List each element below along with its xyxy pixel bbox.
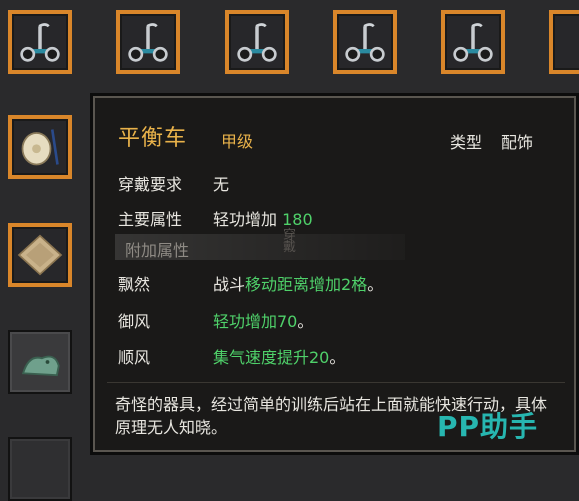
inventory-slot-gong[interactable]: [8, 115, 72, 179]
inventory-slot-balance-car-3[interactable]: [225, 10, 289, 74]
watermark-logo: PP助手: [437, 410, 539, 443]
inventory-slot-balance-car-1[interactable]: [8, 10, 72, 74]
requirement-label: 穿戴要求: [118, 175, 183, 194]
affix-name: 飘然: [118, 275, 151, 294]
extra-attributes-header: 附加属性: [115, 234, 405, 260]
inventory-slot-partial[interactable]: [549, 10, 579, 74]
item-tooltip: 平衡车 甲级 类型 配饰 穿戴要求 无 主要属性 轻功增加 180 附加属性 穿…: [90, 93, 579, 455]
item-type-label: 类型: [450, 133, 483, 152]
inventory-slot-balance-car-5[interactable]: [441, 10, 505, 74]
main-attribute-value: 轻功增加 180: [213, 210, 313, 229]
inventory-slot-empty[interactable]: [8, 437, 72, 501]
item-name: 平衡车: [118, 126, 188, 151]
divider: [107, 382, 565, 383]
balance-car-icon: [128, 23, 168, 62]
ghost-text: 穿戴: [283, 228, 297, 255]
affix-effect: 集气速度提升20。: [213, 348, 346, 367]
parchment-icon: [17, 234, 63, 276]
inventory-slot-balance-car-2[interactable]: [116, 10, 180, 74]
gong-icon: [21, 129, 59, 166]
main-attribute-label: 主要属性: [118, 210, 183, 229]
affix-name: 顺风: [118, 348, 151, 367]
inventory-slot-jade-carving[interactable]: [8, 330, 72, 394]
inventory-slot-balance-car-4[interactable]: [333, 10, 397, 74]
inventory-slot-parchment[interactable]: [8, 223, 72, 287]
affix-effect: 轻功增加70。: [213, 312, 314, 331]
affix-effect: 战斗移动距离增加2格。: [213, 275, 384, 294]
item-grade: 甲级: [221, 132, 254, 151]
jade-carving-icon: [21, 355, 60, 377]
affix-name: 御风: [118, 312, 151, 331]
balance-car-icon: [237, 23, 277, 62]
requirement-value: 无: [213, 175, 230, 194]
item-type-value: 配饰: [501, 133, 534, 152]
balance-car-icon: [345, 23, 385, 62]
balance-car-icon: [20, 23, 60, 62]
balance-car-icon: [453, 23, 493, 62]
